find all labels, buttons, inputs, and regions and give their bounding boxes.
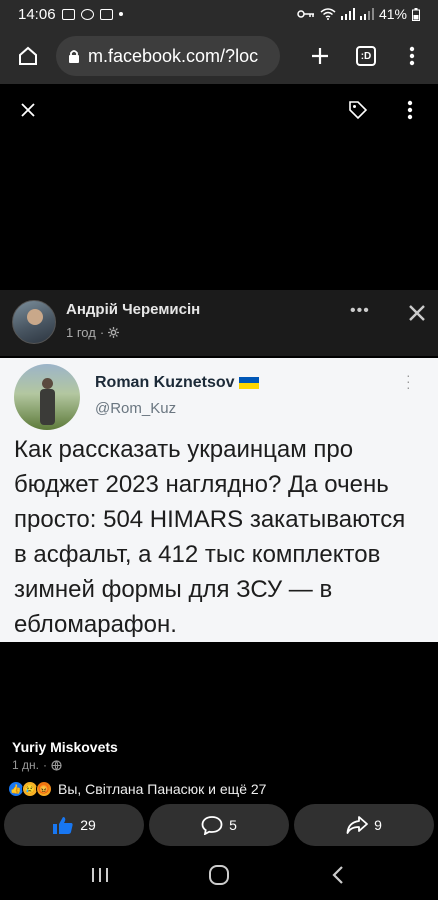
battery-percent: 41% (378, 6, 407, 22)
browser-toolbar: m.facebook.com/?loc :D (0, 28, 438, 84)
angry-reaction-icon: 😡 (36, 781, 52, 797)
tag-icon (349, 101, 368, 120)
wifi-icon (320, 8, 336, 20)
meta-separator: · (42, 758, 47, 772)
tweet-avatar (14, 364, 80, 430)
home-circle-icon (208, 865, 229, 885)
status-bar: 14:06 41% (0, 0, 438, 28)
plus-icon (312, 48, 328, 64)
mail-icon (99, 8, 113, 20)
tweet-handle: @Rom_Kuz (95, 400, 177, 417)
signal-icon (340, 8, 355, 20)
viewer-menu-button[interactable] (394, 94, 426, 126)
reactions-summary[interactable]: 👍 😢 😡 Вы, Світлана Панасюк и ещё 27 (8, 779, 428, 799)
home-button[interactable] (10, 38, 46, 74)
browser-menu-button[interactable] (396, 38, 428, 74)
home-icon (19, 46, 37, 65)
viewer-toolbar (0, 84, 438, 136)
reactions-text: Вы, Світлана Панасюк и ещё 27 (58, 781, 267, 797)
like-button[interactable]: 29 (4, 804, 144, 846)
notification-dot-icon (118, 12, 123, 16)
tag-button[interactable] (342, 94, 374, 126)
share-button[interactable]: 9 (294, 804, 434, 846)
lock-icon (69, 50, 79, 63)
url-text: m.facebook.com/?loc (88, 45, 259, 66)
poster-name[interactable]: Yuriy Miskovets (12, 739, 118, 755)
comment-count: 5 (229, 817, 237, 833)
action-row: 29 5 9 (0, 804, 438, 846)
back-button[interactable] (318, 855, 358, 895)
thumbs-up-icon (53, 817, 73, 834)
share-count: 9 (374, 817, 382, 833)
comment-button[interactable]: 5 (149, 804, 289, 846)
battery-icon (412, 7, 420, 21)
home-nav-button[interactable] (199, 855, 239, 895)
post-header: Андрій Черемисін 1 год · ••• (0, 290, 438, 356)
tweet-more-icon: · · · (406, 367, 411, 395)
viber-icon (80, 8, 94, 20)
tab-switcher-button[interactable]: :D (350, 38, 382, 74)
comment-icon (201, 816, 223, 835)
kebab-menu-icon (409, 46, 415, 66)
close-viewer-button[interactable] (12, 94, 44, 126)
tweet-author: Roman Kuznetsov (95, 374, 259, 392)
gear-icon (108, 327, 120, 338)
author-avatar (12, 300, 56, 344)
status-time: 14:06 (18, 5, 56, 23)
signal-icon-2 (359, 8, 374, 20)
share-icon (346, 816, 368, 834)
tweet-author-name: Roman Kuznetsov (95, 374, 235, 391)
key-icon (297, 10, 314, 18)
close-post-icon (402, 298, 432, 328)
like-count: 29 (80, 817, 96, 833)
tweet-card: Roman Kuznetsov @Rom_Kuz · · · Как рассказ… (0, 358, 438, 642)
message-icon (61, 8, 75, 20)
caption-time: 1 дн. (12, 758, 39, 772)
recent-apps-button[interactable] (80, 855, 120, 895)
tweet-text: Как рассказать украинцам про бюджет 2023… (14, 436, 406, 638)
globe-icon (51, 759, 62, 771)
more-options-icon: ••• (350, 302, 370, 319)
address-bar[interactable]: m.facebook.com/?loc (56, 36, 280, 76)
ukraine-flag-icon (238, 377, 259, 389)
caption-meta: 1 дн. · (12, 758, 62, 772)
tab-count: :D (356, 46, 376, 66)
post-meta: 1 год · (66, 325, 120, 340)
back-icon (332, 866, 344, 884)
recent-apps-icon (91, 868, 108, 882)
android-nav-bar (0, 850, 438, 900)
meta-separator: · (99, 325, 105, 340)
post-time: 1 год (66, 325, 96, 340)
close-icon (21, 103, 35, 117)
new-tab-button[interactable] (304, 38, 336, 74)
author-name: Андрій Черемисін (66, 301, 201, 318)
kebab-menu-icon (407, 100, 413, 120)
